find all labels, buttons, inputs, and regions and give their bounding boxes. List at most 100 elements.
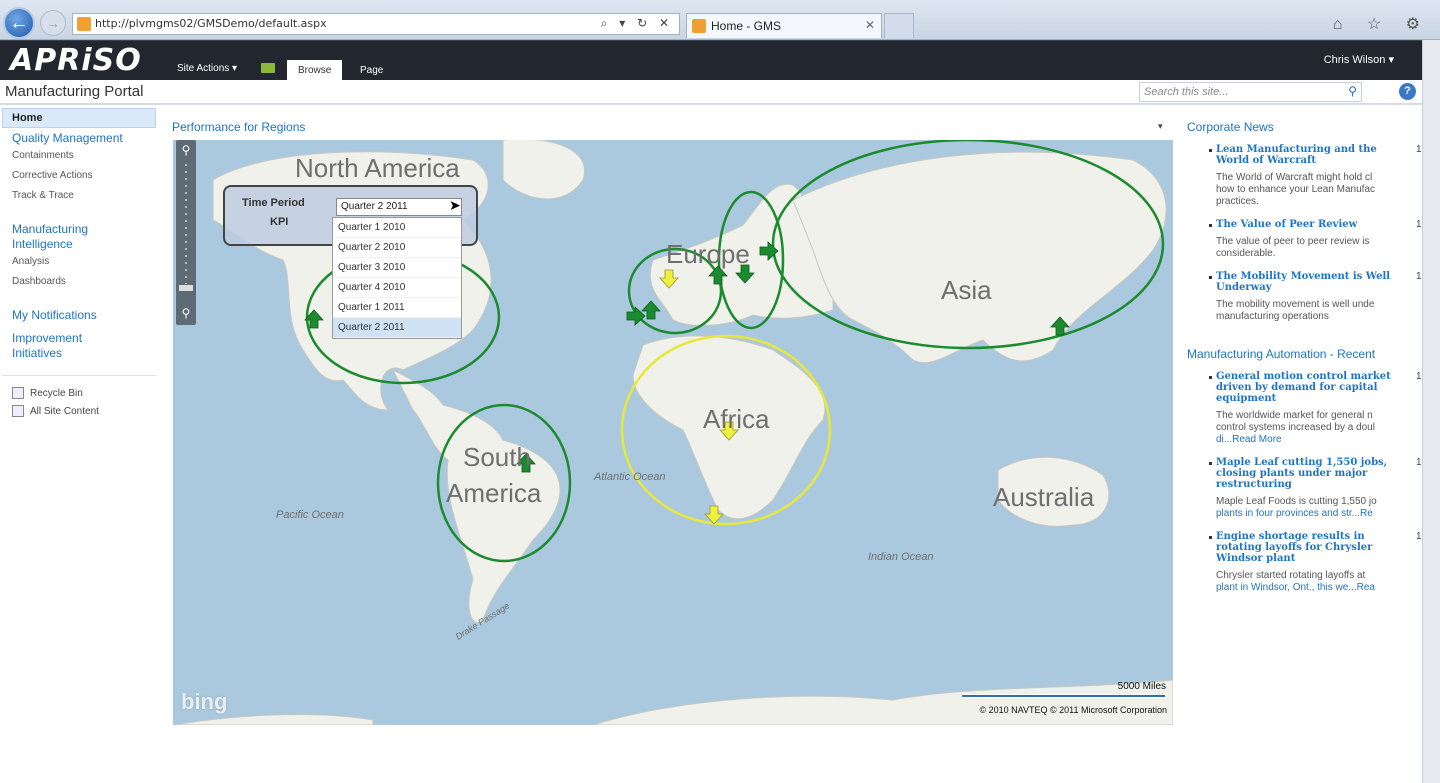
news-item-number: 1	[1416, 371, 1422, 382]
land-asia	[792, 151, 1167, 364]
news-item-title[interactable]: Maple Leaf cutting 1,550 jobs, closing p…	[1216, 457, 1392, 490]
news-item-number: 1	[1416, 457, 1422, 468]
news-item-desc: The value of peer to peer review is cons…	[1216, 236, 1422, 260]
new-tab-button[interactable]	[884, 13, 914, 38]
map-zoom-control[interactable]: ⚲ ⚲	[176, 140, 196, 325]
option-quarter-3-2010[interactable]: Quarter 3 2010	[333, 258, 461, 278]
back-arrow-icon[interactable]: ←	[3, 7, 35, 39]
mfg-automation-title[interactable]: Manufacturing Automation - Recent	[1187, 347, 1422, 361]
news-item-title[interactable]: Engine shortage results in rotating layo…	[1216, 531, 1392, 564]
navigate-up-icon[interactable]	[261, 63, 275, 73]
tab-close-icon[interactable]: ✕	[865, 18, 875, 32]
news-item-desc: Maple Leaf Foods is cutting 1,550 jo pla…	[1216, 496, 1422, 520]
corporate-news-title[interactable]: Corporate News	[1187, 120, 1422, 134]
address-bar[interactable]: http://plvmgms02/GMSDemo/default.aspx ⌕ …	[72, 13, 680, 35]
recycle-bin-icon	[12, 387, 24, 399]
news-item-title[interactable]: General motion control market driven by …	[1216, 371, 1392, 404]
map-label-africa: Africa	[703, 404, 770, 434]
nav-all-site-content[interactable]: All Site Content	[2, 402, 156, 420]
news-item-number: 1	[1416, 531, 1422, 542]
region-map[interactable]: North America Europe Asia Africa South A…	[173, 140, 1173, 725]
nav-divider	[2, 375, 156, 376]
user-menu[interactable]: Chris Wilson ▾	[1324, 53, 1394, 66]
desc-line: control systems increased by a doul	[1216, 422, 1375, 433]
desc-line: practices.	[1216, 196, 1259, 207]
site-content-icon	[12, 405, 24, 417]
quick-launch: Home Quality Management Containments Cor…	[2, 108, 156, 420]
help-icon[interactable]: ?	[1399, 83, 1416, 100]
zoom-out-icon[interactable]: ⚲	[176, 303, 196, 323]
right-arrow-icon	[626, 306, 646, 326]
desc-line: The mobility movement is well unde	[1216, 299, 1375, 310]
ribbon-bar: APRiSO Site Actions ▾ Browse Page Chris …	[0, 40, 1440, 81]
option-quarter-2-2011[interactable]: Quarter 2 2011	[333, 318, 461, 338]
site-favicon-icon	[77, 17, 91, 31]
site-title-bar: Manufacturing Portal Search this site...…	[0, 80, 1422, 104]
browser-chrome: ← → http://plvmgms02/GMSDemo/default.asp…	[0, 0, 1440, 40]
nav-home[interactable]: Home	[2, 108, 156, 128]
tab-browse[interactable]: Browse	[287, 60, 343, 81]
desc-text: plants in four provinces and str...	[1216, 508, 1360, 519]
address-controls[interactable]: ⌕ ▾ ↻ ✕	[601, 16, 673, 31]
nav-dashboards[interactable]: Dashboards	[2, 272, 156, 292]
desc-line: plants in four provinces and str...Re	[1216, 508, 1422, 520]
option-quarter-1-2010[interactable]: Quarter 1 2010	[333, 218, 461, 238]
map-label-atlantic-ocean: Atlantic Ocean	[593, 471, 666, 483]
option-quarter-4-2010[interactable]: Quarter 4 2010	[333, 278, 461, 298]
news-item: Lean Manufacturing and the World of Warc…	[1187, 144, 1422, 208]
desc-text: di...	[1216, 434, 1233, 445]
option-quarter-1-2011[interactable]: Quarter 1 2011	[333, 298, 461, 318]
zoom-in-icon[interactable]: ⚲	[176, 140, 196, 160]
desc-line: manufacturing operations	[1216, 311, 1329, 322]
map-copyright: © 2010 NAVTEQ © 2011 Microsoft Corporati…	[979, 705, 1167, 715]
map-webpart-title[interactable]: Performance for Regions	[172, 120, 305, 134]
url-text: http://plvmgms02/GMSDemo/default.aspx	[95, 17, 327, 30]
browser-tools[interactable]: ⌂ ☆ ⚙	[1333, 14, 1430, 34]
tab-favicon-icon	[692, 19, 706, 33]
page-title[interactable]: Manufacturing Portal	[5, 83, 143, 100]
search-icon[interactable]: ⚲	[1348, 84, 1357, 98]
nav-analysis[interactable]: Analysis	[2, 252, 156, 272]
nav-improvement-initiatives[interactable]: Improvement Initiatives	[2, 329, 112, 361]
desc-line: Maple Leaf Foods is cutting 1,550 jo	[1216, 496, 1377, 507]
mouse-cursor-icon: ➤	[449, 197, 461, 213]
zoom-slider-track[interactable]	[185, 164, 187, 284]
nav-recycle-bin[interactable]: Recycle Bin	[2, 384, 156, 402]
nav-track-trace[interactable]: Track & Trace	[2, 186, 156, 206]
nav-quality-management[interactable]: Quality Management	[2, 129, 156, 146]
land-antarctica-west	[173, 714, 374, 725]
read-more-link[interactable]: Re	[1360, 508, 1373, 519]
site-actions-menu[interactable]: Site Actions ▾	[177, 63, 237, 74]
news-item-title[interactable]: The Value of Peer Review	[1216, 219, 1392, 230]
kpi-label: KPI	[270, 216, 289, 228]
browser-tab[interactable]: Home - GMS ✕	[686, 13, 882, 38]
nav-manufacturing-intelligence[interactable]: Manufacturing Intelligence	[2, 220, 112, 252]
time-period-select[interactable]: Quarter 2 2011 ▼	[336, 198, 462, 216]
option-quarter-2-2010[interactable]: Quarter 2 2010	[333, 238, 461, 258]
news-item-title[interactable]: Lean Manufacturing and the World of Warc…	[1216, 144, 1392, 166]
read-more-link[interactable]: Rea	[1357, 582, 1375, 593]
page-scrollbar[interactable]	[1422, 40, 1440, 783]
nav-corrective-actions[interactable]: Corrective Actions	[2, 166, 156, 186]
news-column: Corporate News Lean Manufacturing and th…	[1187, 120, 1422, 605]
bing-logo: bing	[181, 689, 228, 714]
news-item: The Value of Peer Review 1 The value of …	[1187, 219, 1422, 260]
land-greenland	[502, 140, 585, 200]
news-item-desc: Chrysler started rotating layoffs at pla…	[1216, 570, 1422, 594]
tab-page[interactable]: Page	[349, 60, 394, 81]
nav-containments[interactable]: Containments	[2, 146, 156, 166]
search-input[interactable]: Search this site... ⚲	[1139, 82, 1362, 102]
map-scale: 5000 Miles	[961, 681, 1166, 698]
desc-line: The value of peer to peer review is	[1216, 236, 1370, 247]
read-more-link[interactable]: Read More	[1232, 434, 1281, 445]
news-item-title[interactable]: The Mobility Movement is Well Underway	[1216, 271, 1392, 293]
scale-label: 5000 Miles	[1117, 681, 1166, 692]
news-item: General motion control market driven by …	[1187, 371, 1422, 446]
webpart-menu-icon[interactable]: ▾	[1158, 121, 1163, 132]
nav-my-notifications[interactable]: My Notifications	[2, 306, 156, 323]
time-period-options[interactable]: Quarter 1 2010 Quarter 2 2010 Quarter 3 …	[332, 217, 462, 339]
zoom-slider-thumb[interactable]	[179, 285, 193, 291]
news-item: The Mobility Movement is Well Underway 1…	[1187, 271, 1422, 323]
news-item-desc: The mobility movement is well unde manuf…	[1216, 299, 1422, 323]
forward-arrow-icon[interactable]: →	[40, 10, 66, 36]
